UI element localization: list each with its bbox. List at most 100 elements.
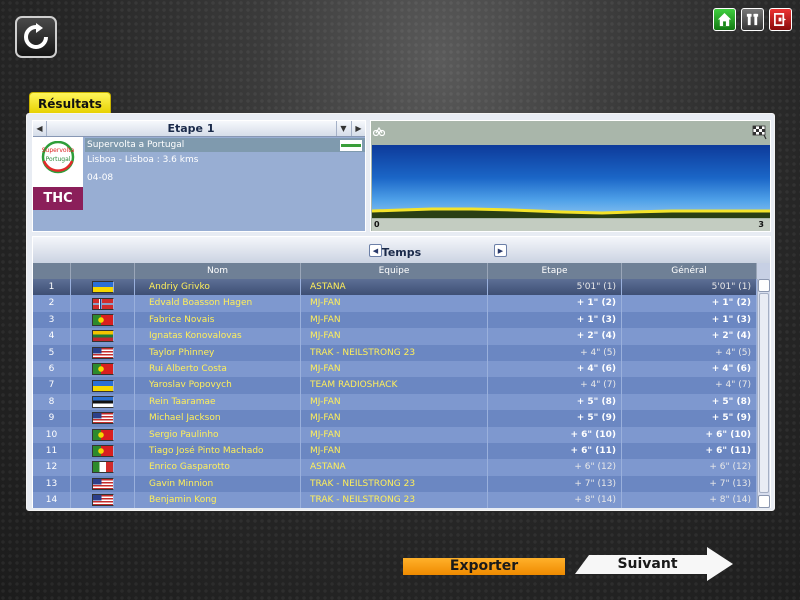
tab-results[interactable]: Résultats [29,92,111,114]
scroll-thumb[interactable] [759,293,769,493]
rider-team[interactable]: MJ-FAN [301,295,488,312]
rider-name[interactable]: Enrico Gasparotto [135,459,301,476]
col-pos[interactable] [33,263,71,279]
norway-flag-icon [91,297,114,310]
rider-name[interactable]: Fabrice Novais [135,311,301,329]
rider-team[interactable]: MJ-FAN [301,360,488,378]
table-row[interactable]: 4 Ignatas Konovalovas MJ-FAN + 2" (4) + 2" (… [33,328,757,345]
rider-team[interactable]: ASTANA [301,459,488,476]
rider-flag [71,459,135,476]
rider-team[interactable]: MJ-FAN [301,393,488,411]
col-name[interactable]: Nom [135,263,301,279]
italy-flag-icon [91,461,114,474]
stage-prev-button[interactable]: ◀ [33,121,47,136]
rider-team[interactable]: TRAK - NEILSTRONG 23 [301,475,488,493]
rider-name[interactable]: Andriy Grivko [135,279,301,296]
next-button-label: Suivant [617,556,678,572]
table-row[interactable]: 13 Gavin Minnion TRAK - NEILSTRONG 23 + 7" … [33,475,757,493]
stage-selector[interactable]: ◀ Etape 1 ▼ ▶ [33,121,365,137]
rider-flag [71,295,135,312]
rider-name[interactable]: Sergio Paulinho [135,426,301,443]
next-button[interactable]: Suivant [575,547,735,581]
rider-stage-time: + 6" (10) [488,426,622,443]
estonia-flag-icon [91,395,114,408]
scroll-down-button[interactable] [758,495,770,508]
stage-dropdown-button[interactable]: ▼ [336,121,350,136]
table-row[interactable]: 2 Edvald Boasson Hagen MJ-FAN + 1" (2) + 1" … [33,295,757,312]
rider-position: 10 [33,426,71,443]
tools-icon [746,13,759,26]
export-button[interactable]: Exporter [403,558,565,575]
rider-stage-time: + 5" (9) [488,410,622,427]
rider-team[interactable]: MJ-FAN [301,311,488,329]
table-body: 1 Andriy Grivko ASTANA 5'01" (1) 5'01" (1) 2 E… [33,279,757,509]
rider-name[interactable]: Edvald Boasson Hagen [135,295,301,312]
rider-flag [71,475,135,493]
rider-team[interactable]: ASTANA [301,279,488,296]
rider-name[interactable]: Ignatas Konovalovas [135,328,301,345]
exit-icon [774,13,787,26]
rider-name[interactable]: Rein Taaramae [135,393,301,411]
exit-button[interactable] [769,8,792,31]
rider-position: 5 [33,344,71,361]
table-row[interactable]: 12 Enrico Gasparotto ASTANA + 6" (12) + 6" (… [33,459,757,476]
rider-name[interactable]: Benjamin Kong [135,492,301,509]
table-row[interactable]: 10 Sergio Paulinho MJ-FAN + 6" (10) + 6" (10… [33,426,757,443]
rider-name[interactable]: Rui Alberto Costa [135,360,301,378]
rider-name[interactable]: Taylor Phinney [135,344,301,361]
col-general[interactable]: Général [622,263,757,279]
rider-general-time: + 5" (8) [622,393,757,411]
rider-flag [71,393,135,411]
rider-team[interactable]: MJ-FAN [301,426,488,443]
rider-general-time: + 4" (7) [622,377,757,394]
table-row[interactable]: 3 Fabrice Novais MJ-FAN + 1" (3) + 1" (3) [33,311,757,329]
col-stage[interactable]: Etape [488,263,622,279]
profile-axis: 0 3 [372,219,770,231]
rider-position: 4 [33,328,71,345]
stage-date: 04-08 [87,173,114,183]
rider-team[interactable]: MJ-FAN [301,410,488,427]
rider-position: 13 [33,475,71,493]
rider-flag [71,492,135,509]
tools-button[interactable] [741,8,764,31]
table-row[interactable]: 1 Andriy Grivko ASTANA 5'01" (1) 5'01" (1) [33,279,757,296]
col-flag[interactable] [71,263,135,279]
rider-name[interactable]: Michael Jackson [135,410,301,427]
rider-name[interactable]: Yaroslav Popovych [135,377,301,394]
table-row[interactable]: 6 Rui Alberto Costa MJ-FAN + 4" (6) + 4" (6) [33,360,757,378]
race-name: Supervolta a Portugal [87,140,185,150]
rider-team[interactable]: MJ-FAN [301,328,488,345]
refresh-button[interactable] [15,16,57,58]
rider-team[interactable]: MJ-FAN [301,442,488,460]
race-logo-text-bottom: Portugal [45,156,71,163]
table-row[interactable]: 11 Tiago José Pinto Machado MJ-FAN + 6" (11… [33,442,757,460]
rider-position: 1 [33,279,71,296]
rider-team[interactable]: TRAK - NEILSTRONG 23 [301,492,488,509]
rider-name[interactable]: Tiago José Pinto Machado [135,442,301,460]
profile-axis-start: 0 [374,220,380,229]
scroll-up-button[interactable] [758,279,770,292]
usa-flag-icon [91,477,114,490]
ranking-next-button[interactable]: ▶ [494,244,507,257]
table-row[interactable]: 8 Rein Taaramae MJ-FAN + 5" (8) + 5" (8) [33,393,757,411]
table-scrollbar[interactable] [757,279,770,508]
rider-flag [71,360,135,378]
table-row[interactable]: 9 Michael Jackson MJ-FAN + 5" (9) + 5" (9) [33,410,757,427]
table-row[interactable]: 7 Yaroslav Popovych TEAM RADIOSHACK + 4" (7… [33,377,757,394]
col-team[interactable]: Equipe [301,263,488,279]
table-row[interactable]: 5 Taylor Phinney TRAK - NEILSTRONG 23 + 4" … [33,344,757,361]
rider-team[interactable]: TRAK - NEILSTRONG 23 [301,344,488,361]
race-logo-text-top: Supervolta [41,147,75,154]
rider-flag [71,279,135,296]
rider-stage-time: + 2" (4) [488,328,622,345]
rider-general-time: + 4" (6) [622,360,757,378]
rider-flag [71,410,135,427]
home-button[interactable] [713,8,736,31]
usa-flag-icon [91,346,114,359]
ranking-title: Temps [381,246,422,259]
team-code: THC [33,187,83,210]
stage-next-button[interactable]: ▶ [351,121,365,136]
rider-name[interactable]: Gavin Minnion [135,475,301,493]
rider-team[interactable]: TEAM RADIOSHACK [301,377,488,394]
table-row[interactable]: 14 Benjamin Kong TRAK - NEILSTRONG 23 + 8" … [33,492,757,509]
